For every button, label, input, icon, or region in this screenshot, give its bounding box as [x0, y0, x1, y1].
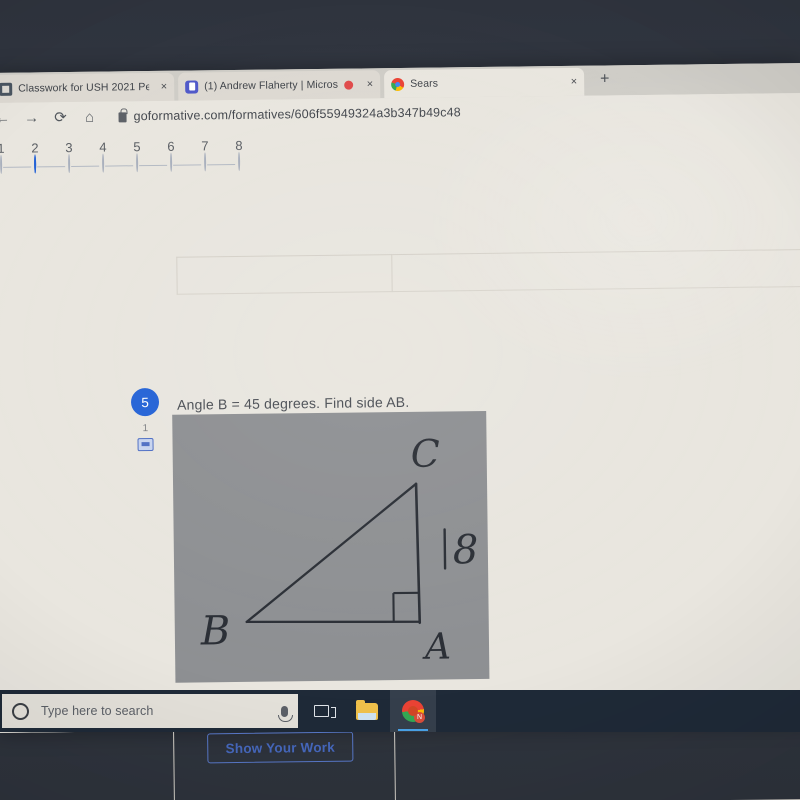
stepper-dot-icon: [237, 151, 241, 171]
back-icon[interactable]: ←: [0, 109, 11, 126]
url-text: goformative.com/formatives/606f55949324a…: [133, 105, 461, 124]
chrome-icon: [391, 77, 405, 91]
close-icon[interactable]: ×: [361, 78, 374, 90]
stepper-number: 2: [31, 140, 39, 156]
previous-question-card-left: [176, 254, 393, 295]
stepper-number: 5: [133, 139, 141, 155]
stepper-dot-icon: [135, 153, 139, 173]
stepper-number: 3: [65, 139, 73, 156]
close-icon[interactable]: ×: [155, 80, 168, 92]
stepper-item-3[interactable]: 3: [52, 139, 86, 174]
taskbar-search-box[interactable]: Type here to search: [2, 694, 298, 728]
stepper-dot-icon: [33, 154, 37, 174]
show-your-work-button[interactable]: Show Your Work: [207, 731, 354, 764]
cortana-circle-icon[interactable]: [12, 702, 29, 720]
stepper-dot-icon: [203, 152, 207, 172]
vertex-label-b: B: [200, 608, 231, 654]
chrome-badge: N: [414, 712, 425, 723]
side-length-label: 8: [453, 527, 479, 573]
tab-title: (1) Andrew Flaherty | Micros: [204, 78, 339, 93]
search-placeholder: Type here to search: [41, 704, 154, 718]
stepper-dot-icon: [67, 154, 71, 174]
browser-tab-sears[interactable]: Sears ×: [383, 67, 585, 99]
stepper-number: 1: [0, 140, 5, 156]
question-points: 1: [142, 423, 149, 435]
question-progress-stepper: 1 2 3 4 5 6 7 8: [0, 138, 251, 187]
lock-icon: [118, 112, 127, 123]
stepper-item-6[interactable]: 6: [154, 139, 188, 172]
browser-tab-teams[interactable]: (1) Andrew Flaherty | Micros ×: [178, 70, 381, 101]
short-answer-icon: [137, 438, 154, 452]
stepper-number: 6: [167, 138, 175, 154]
new-tab-button[interactable]: +: [600, 70, 610, 87]
stepper-number: 8: [235, 137, 243, 153]
question-diagram-image: B A C 8: [172, 410, 490, 683]
taskbar-item-chrome[interactable]: N: [390, 690, 436, 732]
reload-icon[interactable]: ⟳: [52, 109, 68, 126]
right-triangle-drawing: B A C 8: [200, 432, 479, 668]
home-icon[interactable]: ⌂: [81, 108, 97, 125]
microphone-icon[interactable]: [278, 705, 293, 722]
forward-icon[interactable]: →: [23, 109, 39, 126]
question-prompt: Angle B = 45 degrees. Find side AB.: [176, 393, 410, 413]
tab-title: Sears: [410, 77, 439, 90]
previous-question-card-right: [392, 248, 800, 293]
close-icon[interactable]: ×: [565, 75, 578, 87]
stepper-number: 4: [99, 139, 107, 155]
chrome-icon: N: [402, 700, 425, 723]
stepper-dot-icon: [101, 153, 105, 173]
tab-title: Classwork for USH 2021 Period 2: [18, 81, 149, 95]
vertex-label-a: A: [422, 626, 451, 667]
microsoft-teams-icon: [185, 79, 199, 94]
photograph-of-screen: Classwork for USH 2021 Period 2 × (1) An…: [0, 0, 800, 800]
file-explorer-icon: [356, 699, 378, 720]
laptop-screen: Classwork for USH 2021 Period 2 × (1) An…: [0, 63, 800, 800]
stepper-item-4[interactable]: 4: [86, 139, 120, 173]
formative-page: 1 2 3 4 5 6 7 8 5 1 Angle B = 45 degrees…: [0, 123, 800, 800]
vertex-label-c: C: [410, 432, 440, 476]
question-number-badge: 5: [130, 387, 160, 417]
stepper-item-5[interactable]: 5: [120, 139, 154, 173]
stepper-dot-icon: [0, 154, 3, 174]
windows-taskbar: Type here to search N: [0, 690, 800, 732]
address-bar[interactable]: goformative.com/formatives/606f55949324a…: [118, 105, 461, 124]
task-view-icon: [313, 705, 336, 718]
taskbar-item-task-view[interactable]: [298, 690, 344, 732]
google-classroom-icon: [0, 82, 13, 96]
stepper-item-7[interactable]: 7: [188, 138, 222, 172]
recording-indicator-icon: [344, 80, 354, 90]
taskbar-item-file-explorer[interactable]: [344, 690, 390, 732]
browser-tab-classwork[interactable]: Classwork for USH 2021 Period 2 ×: [0, 72, 175, 103]
stepper-item-1[interactable]: 1: [0, 141, 18, 174]
stepper-dot-icon: [169, 152, 173, 172]
stepper-item-8[interactable]: 8: [222, 138, 256, 171]
stepper-number: 7: [201, 138, 209, 154]
stepper-item-2[interactable]: 2: [18, 140, 52, 174]
